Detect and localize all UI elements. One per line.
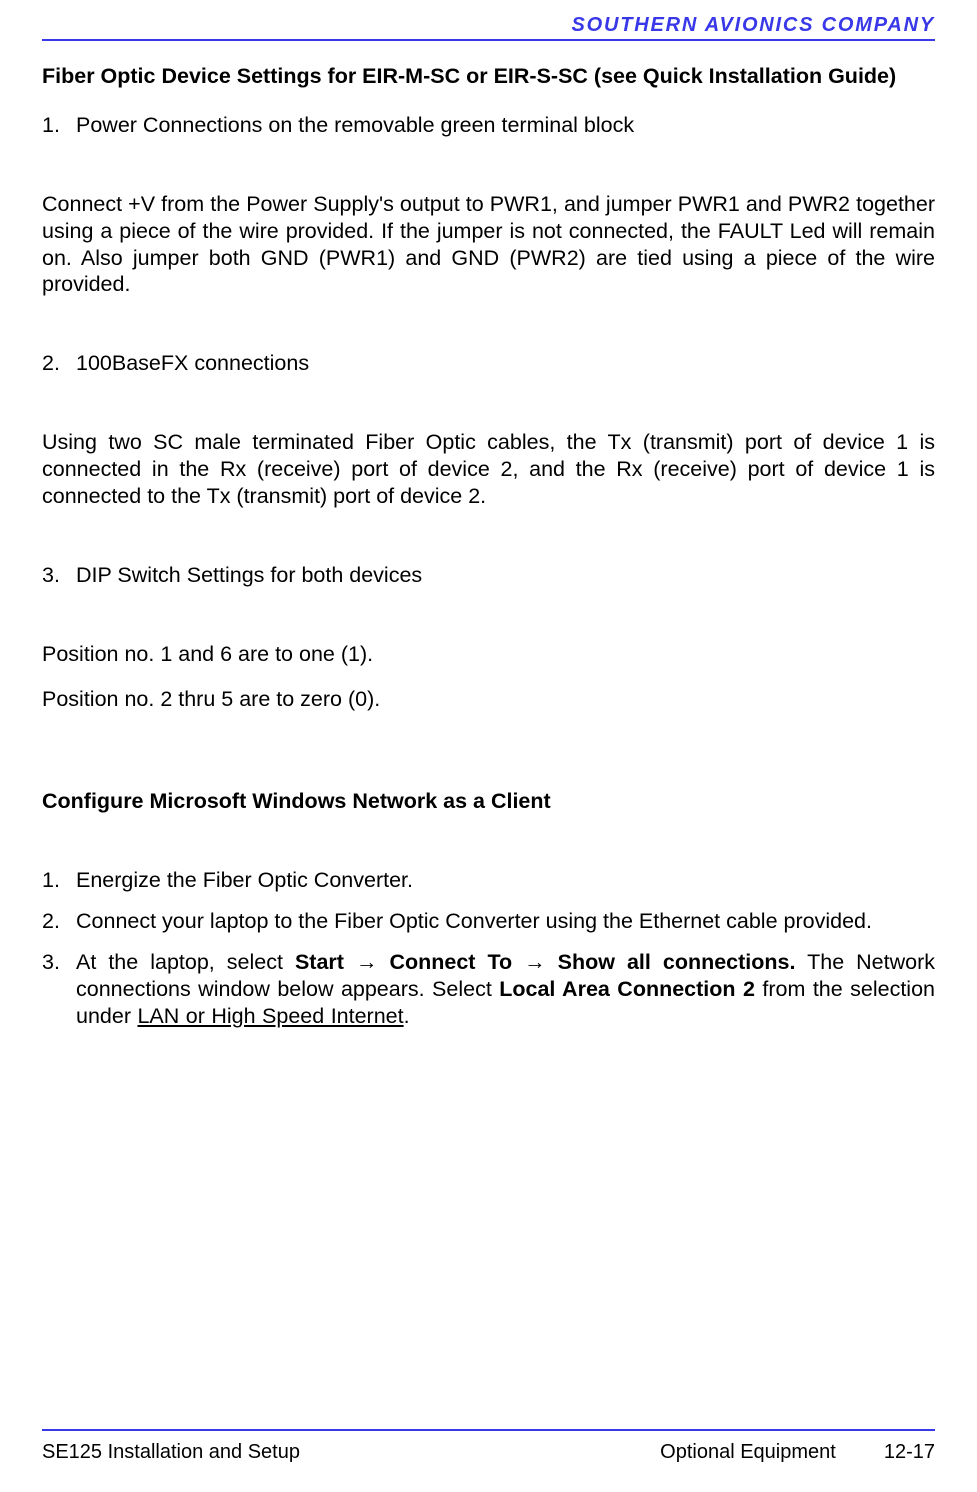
paragraph: Position no. 2 thru 5 are to zero (0). xyxy=(42,686,935,713)
bold-text: Show all connections. xyxy=(546,950,796,974)
item-number: 2. xyxy=(42,908,76,935)
item-text: Energize the Fiber Optic Converter. xyxy=(76,867,935,894)
company-name: SOUTHERN AVIONICS COMPANY xyxy=(571,14,935,36)
bold-text: Connect To xyxy=(377,950,524,974)
arrow-icon: → xyxy=(356,950,378,974)
item-number: 3. xyxy=(42,949,76,1030)
item-text: 100BaseFX connections xyxy=(76,350,935,377)
underline-text: LAN or High Speed Internet xyxy=(137,1004,403,1028)
section1-heading: Fiber Optic Device Settings for EIR-M-SC… xyxy=(42,63,935,90)
page-header: SOUTHERN AVIONICS COMPANY xyxy=(42,0,935,41)
item-number: 2. xyxy=(42,350,76,377)
list-item: 1. Power Connections on the removable gr… xyxy=(42,112,935,139)
item-number: 1. xyxy=(42,112,76,139)
list-item: 2. Connect your laptop to the Fiber Opti… xyxy=(42,908,935,935)
list-item: 3. At the laptop, select Start → Connect… xyxy=(42,949,935,1030)
arrow-icon: → xyxy=(524,950,546,974)
section2-heading: Configure Microsoft Windows Network as a… xyxy=(42,788,935,815)
list-item: 1. Energize the Fiber Optic Converter. xyxy=(42,867,935,894)
text-run: . xyxy=(404,1004,410,1028)
bold-text: Start xyxy=(295,950,356,974)
paragraph: Position no. 1 and 6 are to one (1). xyxy=(42,641,935,668)
page-footer: SE125 Installation and Setup Optional Eq… xyxy=(42,1429,935,1464)
page-content: Fiber Optic Device Settings for EIR-M-SC… xyxy=(42,41,935,1030)
footer-section: Optional Equipment xyxy=(660,1441,836,1464)
footer-page-number: 12-17 xyxy=(884,1441,935,1464)
text-run: At the laptop, select xyxy=(76,950,295,974)
paragraph: Connect +V from the Power Supply's outpu… xyxy=(42,191,935,299)
item-text: Power Connections on the removable green… xyxy=(76,112,935,139)
item-text: Connect your laptop to the Fiber Optic C… xyxy=(76,908,935,935)
item-number: 1. xyxy=(42,867,76,894)
bold-text: Local Area Connection 2 xyxy=(499,977,755,1001)
item-text: DIP Switch Settings for both devices xyxy=(76,562,935,589)
item-number: 3. xyxy=(42,562,76,589)
paragraph: Using two SC male terminated Fiber Optic… xyxy=(42,429,935,510)
list-item: 3. DIP Switch Settings for both devices xyxy=(42,562,935,589)
list-item: 2. 100BaseFX connections xyxy=(42,350,935,377)
item-text: At the laptop, select Start → Connect To… xyxy=(76,949,935,1030)
footer-left: SE125 Installation and Setup xyxy=(42,1441,300,1464)
